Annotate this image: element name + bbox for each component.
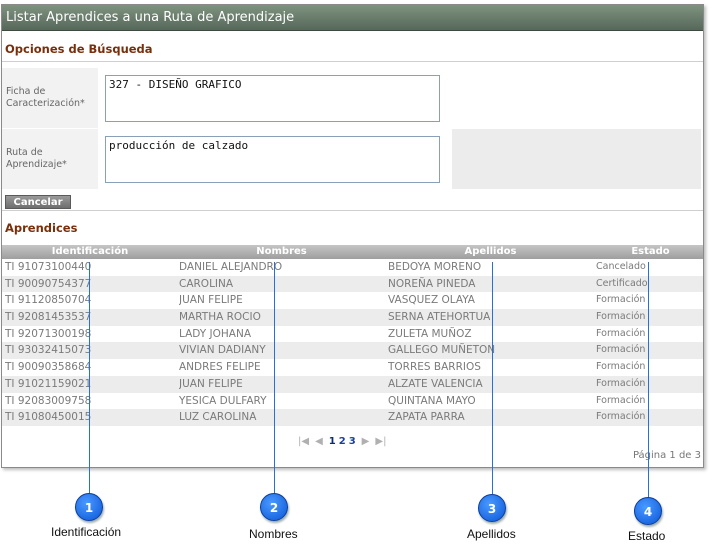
callout-badge-2: 2: [260, 493, 288, 521]
cell-apellidos: SERNA ATEHORTUA: [388, 311, 491, 324]
ruta-label: Ruta de Aprendizaje*: [2, 129, 98, 189]
ficha-field-cell: 327 - DISEÑO GRAFICO: [102, 68, 449, 128]
page-link-1[interactable]: 1: [329, 436, 336, 447]
callout-badge-1: 1: [75, 493, 103, 521]
cell-estado: Formación: [596, 327, 646, 339]
cell-apellidos: GALLEGO MUÑETON: [388, 344, 496, 357]
cell-identificacion: TI 91021159021: [5, 377, 92, 390]
page-link-3[interactable]: 3: [349, 436, 356, 447]
cell-estado: Cancelado: [596, 261, 646, 272]
cell-nombres: MARTHA ROCIO: [179, 311, 261, 324]
cell-identificacion: TI 90090754377: [5, 277, 92, 290]
ruta-extra-cell: [452, 129, 701, 189]
prev-page-icon[interactable]: ◀: [315, 436, 323, 447]
table-row[interactable]: TI 91021159021 JUAN FELIPE ALZATE VALENCIA…: [2, 375, 703, 393]
cell-identificacion: TI 92071300198: [5, 327, 92, 340]
cell-nombres: JUAN FELIPE: [179, 377, 243, 390]
cell-identificacion: TI 92081453537: [5, 311, 92, 324]
cell-identificacion: TI 90090358684: [5, 361, 92, 374]
aprendices-section-title: Aprendices: [5, 221, 78, 235]
column-header-apellidos[interactable]: Apellidos: [388, 245, 593, 259]
divider: [2, 61, 703, 62]
ficha-input[interactable]: 327 - DISEÑO GRAFICO: [105, 75, 440, 122]
cell-identificacion: TI 91080450015: [5, 411, 92, 424]
cell-apellidos: BEDOYA MORENO: [388, 261, 482, 273]
cell-nombres: CAROLINA: [179, 277, 234, 290]
ficha-row: Ficha de Caracterización* 327 - DISEÑO G…: [2, 68, 703, 128]
ruta-field-cell: producción de calzado: [102, 129, 449, 189]
cell-apellidos: ALZATE VALENCIA: [388, 377, 483, 390]
cell-identificacion: TI 91073100440: [5, 261, 92, 273]
cell-identificacion: TI 91120850704: [5, 294, 92, 307]
table-row[interactable]: TI 92081453537 MARTHA ROCIO SERNA ATEHORTU…: [2, 309, 703, 326]
cell-nombres: ANDRES FELIPE: [179, 361, 261, 374]
callout-label-4: Estado: [628, 529, 666, 543]
table-row[interactable]: TI 91073100440 DANIEL ALEJANDRO BEDOYA MOR…: [2, 259, 703, 276]
callout-line-4: [648, 262, 649, 498]
cell-estado: Formación: [596, 344, 646, 356]
cell-apellidos: ZAPATA PARRA: [388, 411, 465, 424]
callout-badge-4: 4: [634, 497, 662, 525]
cell-nombres: LUZ CAROLINA: [179, 411, 257, 424]
table-row[interactable]: TI 90090754377 CAROLINA NOREÑA PINEDA Certi…: [2, 275, 703, 293]
pager: |◀ ◀ 1 2 3 ▶ ▶|: [298, 434, 386, 448]
cell-identificacion: TI 93032415073: [5, 344, 92, 357]
cell-identificacion: TI 92083009758: [5, 394, 92, 407]
cell-estado: Formación: [596, 361, 646, 373]
callout-badge-3: 3: [478, 494, 506, 522]
table-row[interactable]: TI 91120850704 JUAN FELIPE VASQUEZ OLAYA Fo…: [2, 292, 703, 309]
cancel-button[interactable]: Cancelar: [5, 195, 71, 209]
callout-label-1: Identificación: [51, 525, 122, 539]
callout-label-3: Apellidos: [467, 527, 516, 541]
column-header-estado[interactable]: Estado: [596, 245, 703, 259]
callout-line-2: [274, 262, 275, 494]
cell-apellidos: NOREÑA PINEDA: [388, 277, 476, 290]
main-panel: Listar Aprendices a una Ruta de Aprendiz…: [1, 4, 704, 468]
table-row[interactable]: TI 90090358684 ANDRES FELIPE TORRES BARRIO…: [2, 359, 703, 376]
cell-estado: Formación: [596, 311, 646, 323]
cell-estado: Formación: [596, 411, 646, 423]
cell-apellidos: QUINTANA MAYO: [388, 394, 476, 407]
table-row[interactable]: TI 92071300198 LADY JOHANA ZULETA MUÑOZ For…: [2, 326, 703, 343]
divider: [2, 210, 703, 211]
next-page-icon[interactable]: ▶: [362, 436, 370, 447]
ruta-input[interactable]: producción de calzado: [105, 136, 440, 183]
table-body: TI 91073100440 DANIEL ALEJANDRO BEDOYA MOR…: [2, 259, 703, 426]
page-link-2[interactable]: 2: [339, 436, 346, 447]
callout-label-2: Nombres: [249, 527, 298, 541]
cell-nombres: DANIEL ALEJANDRO: [179, 261, 283, 273]
cell-nombres: JUAN FELIPE: [179, 294, 243, 307]
cell-apellidos: TORRES BARRIOS: [388, 361, 481, 374]
cell-apellidos: VASQUEZ OLAYA: [388, 294, 475, 307]
callout-line-3: [492, 262, 493, 494]
column-header-identificacion[interactable]: Identificación: [5, 245, 175, 259]
search-section-title: Opciones de Búsqueda: [5, 42, 153, 56]
aprendices-table: Identificación Nombres Apellidos Estado …: [2, 245, 703, 426]
page-info: Página 1 de 3: [632, 450, 701, 461]
cell-nombres: VIVIAN DADIANY: [179, 344, 266, 357]
window-title: Listar Aprendices a una Ruta de Aprendiz…: [2, 5, 703, 31]
ficha-label: Ficha de Caracterización*: [2, 68, 98, 128]
first-page-icon[interactable]: |◀: [298, 436, 309, 447]
cell-nombres: LADY JOHANA: [179, 327, 252, 340]
ruta-row: Ruta de Aprendizaje* producción de calza…: [2, 129, 703, 189]
table-row[interactable]: TI 92083009758 YESICA DULFARY QUINTANA MAY…: [2, 393, 703, 410]
table-header: Identificación Nombres Apellidos Estado: [2, 245, 703, 259]
table-row[interactable]: TI 91080450015 LUZ CAROLINA ZAPATA PARRA Fo…: [2, 409, 703, 426]
cell-apellidos: ZULETA MUÑOZ: [388, 327, 472, 340]
cell-estado: Certificado: [596, 277, 648, 289]
cell-estado: Formación: [596, 377, 646, 389]
callout-line-1: [89, 262, 90, 494]
last-page-icon[interactable]: ▶|: [375, 436, 386, 447]
cell-estado: Formación: [596, 294, 646, 306]
cell-nombres: YESICA DULFARY: [179, 394, 267, 407]
cell-estado: Formación: [596, 394, 646, 406]
table-row[interactable]: TI 93032415073 VIVIAN DADIANY GALLEGO MUÑE…: [2, 342, 703, 360]
column-header-nombres[interactable]: Nombres: [179, 245, 384, 259]
